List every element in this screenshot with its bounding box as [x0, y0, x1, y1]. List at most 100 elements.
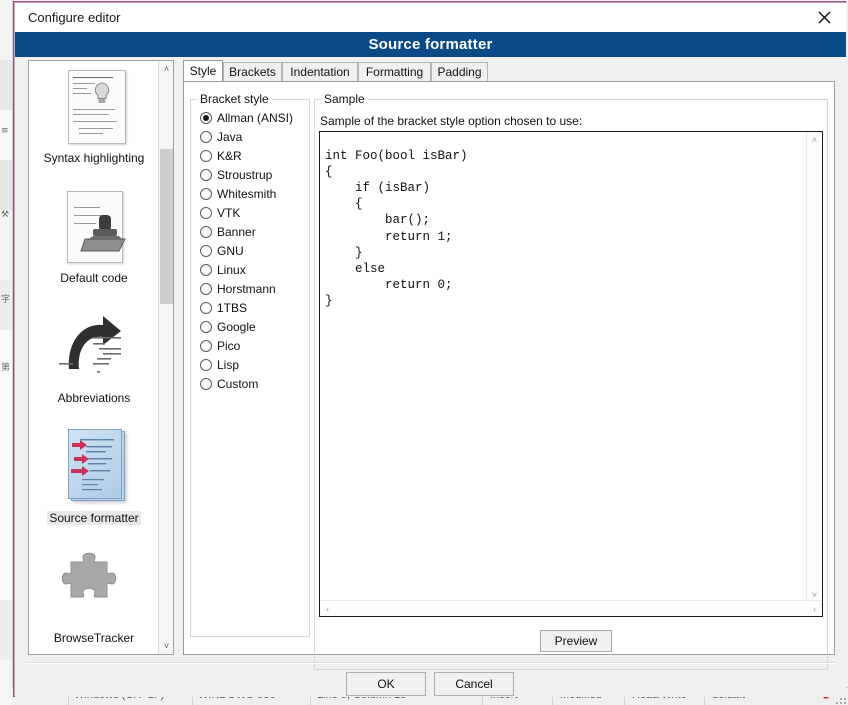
- dialog-titlebar: Configure editor: [15, 3, 846, 32]
- radio-label: Lisp: [217, 358, 240, 372]
- radio-indicator: [200, 112, 212, 124]
- radio-label: Pico: [217, 339, 241, 353]
- radio-label: Allman (ANSI): [217, 111, 294, 125]
- background-tool-icon: 字: [1, 295, 11, 305]
- sidebar-scroll-thumb[interactable]: [160, 149, 173, 304]
- sidebar-item-label: Abbreviations: [57, 391, 131, 405]
- radio-indicator: [200, 131, 212, 143]
- sample-code-text: int Foo(bool isBar) { if (isBar) { bar()…: [325, 148, 468, 309]
- document-bulb-icon: [53, 67, 135, 149]
- code-scroll-left-icon[interactable]: ‹: [320, 601, 335, 616]
- tab-indentation[interactable]: Indentation: [282, 62, 358, 81]
- sample-code-vertical-scrollbar[interactable]: ˄ ˅: [806, 132, 822, 602]
- sidebar-item-label: Source formatter: [47, 511, 141, 525]
- radio-banner[interactable]: Banner: [200, 223, 256, 241]
- radio-lisp[interactable]: Lisp: [200, 356, 239, 374]
- background-tool-icon: ≡: [1, 126, 9, 136]
- radio-label: Horstmann: [217, 282, 276, 296]
- sidebar-item-source-formatter[interactable]: Source formatter: [29, 427, 159, 525]
- radio-1tbs[interactable]: 1TBS: [200, 299, 247, 317]
- radio-indicator: [200, 378, 212, 390]
- radio-indicator: [200, 302, 212, 314]
- radio-java[interactable]: Java: [200, 128, 242, 146]
- background-tool-icon: 第: [1, 363, 11, 373]
- radio-knr[interactable]: K&R: [200, 147, 242, 165]
- sample-code-view[interactable]: int Foo(bool isBar) { if (isBar) { bar()…: [319, 131, 823, 617]
- radio-linux[interactable]: Linux: [200, 261, 246, 279]
- sidebar-scrollbar[interactable]: ˄ ˅: [158, 61, 173, 654]
- radio-whitesmith[interactable]: Whitesmith: [200, 185, 276, 203]
- radio-indicator: [200, 321, 212, 333]
- footer-divider-highlight: [26, 663, 836, 664]
- sidebar-item-abbreviations[interactable]: Abbreviations: [29, 307, 159, 405]
- sidebar-scroll-down-icon[interactable]: ˅: [159, 638, 173, 654]
- page-title-banner: Source formatter: [15, 32, 846, 57]
- tabstrip: Style Brackets Indentation Formatting Pa…: [183, 60, 835, 81]
- settings-tab-panel: Style Brackets Indentation Formatting Pa…: [183, 60, 835, 670]
- radio-indicator: [200, 283, 212, 295]
- tab-brackets[interactable]: Brackets: [223, 62, 282, 81]
- radio-label: Whitesmith: [217, 187, 277, 201]
- background-tool-icon: ⚒: [1, 210, 10, 220]
- radio-indicator: [200, 264, 212, 276]
- radio-label: VTK: [217, 206, 241, 220]
- tab-padding[interactable]: Padding: [431, 62, 488, 81]
- curved-arrow-code-icon: [53, 307, 135, 389]
- document-stamp-icon: [53, 187, 135, 269]
- dialog-body: Syntax highlighting Default code Abbrevi…: [15, 57, 846, 697]
- radio-label: Linux: [217, 263, 246, 277]
- radio-indicator: [200, 169, 212, 181]
- code-scroll-right-icon[interactable]: ›: [807, 601, 822, 616]
- sidebar-item-label: Syntax highlighting: [43, 151, 145, 165]
- radio-google[interactable]: Google: [200, 318, 256, 336]
- sidebar-item-browsetracker[interactable]: BrowseTracker: [29, 547, 159, 645]
- radio-custom[interactable]: Custom: [200, 375, 258, 393]
- puzzle-piece-icon: [53, 547, 135, 629]
- radio-label: Stroustrup: [217, 168, 273, 182]
- sidebar-item-syntax-highlighting[interactable]: Syntax highlighting: [29, 67, 159, 165]
- radio-label: Google: [217, 320, 256, 334]
- radio-label: 1TBS: [217, 301, 248, 315]
- radio-gnu[interactable]: GNU: [200, 242, 244, 260]
- radio-allman-ansi[interactable]: Allman (ANSI): [200, 109, 293, 127]
- radio-indicator: [200, 188, 212, 200]
- sample-code-horizontal-scrollbar[interactable]: ‹ ›: [320, 600, 822, 616]
- radio-indicator: [200, 150, 212, 162]
- blue-document-arrows-icon: [53, 427, 135, 509]
- radio-label: K&R: [217, 149, 242, 163]
- radio-vtk[interactable]: VTK: [200, 204, 240, 222]
- radio-horstmann[interactable]: Horstmann: [200, 280, 276, 298]
- radio-indicator: [200, 207, 212, 219]
- configure-editor-dialog: Configure editor Source formatter Syntax…: [13, 1, 846, 697]
- code-scroll-up-icon[interactable]: ˄: [807, 132, 822, 147]
- sample-caption: Sample of the bracket style option chose…: [320, 114, 583, 128]
- page-title: Source formatter: [368, 36, 493, 53]
- radio-stroustrup[interactable]: Stroustrup: [200, 166, 272, 184]
- radio-pico[interactable]: Pico: [200, 337, 240, 355]
- settings-category-list[interactable]: Syntax highlighting Default code Abbrevi…: [28, 60, 174, 655]
- tab-style[interactable]: Style: [183, 60, 223, 81]
- radio-indicator: [200, 245, 212, 257]
- preview-button[interactable]: Preview: [540, 630, 612, 652]
- settings-category-items: Syntax highlighting Default code Abbrevi…: [29, 61, 159, 654]
- sidebar-scroll-up-icon[interactable]: ˄: [159, 61, 173, 77]
- sidebar-item-default-code[interactable]: Default code: [29, 187, 159, 285]
- ok-button[interactable]: OK: [346, 672, 426, 696]
- radio-label: Banner: [217, 225, 256, 239]
- sidebar-item-label: BrowseTracker: [53, 631, 135, 645]
- radio-label: GNU: [217, 244, 244, 258]
- radio-indicator: [200, 359, 212, 371]
- background-left-toolstrip: ≡ ⚒ 字第: [0, 0, 13, 705]
- sample-group-title: Sample: [321, 92, 368, 106]
- close-icon[interactable]: [802, 3, 846, 32]
- radio-label: Java: [217, 130, 243, 144]
- bracket-style-group-title: Bracket style: [197, 92, 272, 106]
- window-title: Configure editor: [28, 10, 121, 25]
- sample-group: Sample Sample of the bracket style optio…: [314, 92, 828, 670]
- tab-formatting[interactable]: Formatting: [358, 62, 431, 81]
- radio-label: Custom: [217, 377, 259, 391]
- cancel-button[interactable]: Cancel: [434, 672, 514, 696]
- tab-content-style: Bracket style Allman (ANSI) Java K&R Str…: [183, 81, 835, 670]
- bracket-style-group: Bracket style Allman (ANSI) Java K&R Str…: [190, 92, 310, 637]
- radio-indicator: [200, 340, 212, 352]
